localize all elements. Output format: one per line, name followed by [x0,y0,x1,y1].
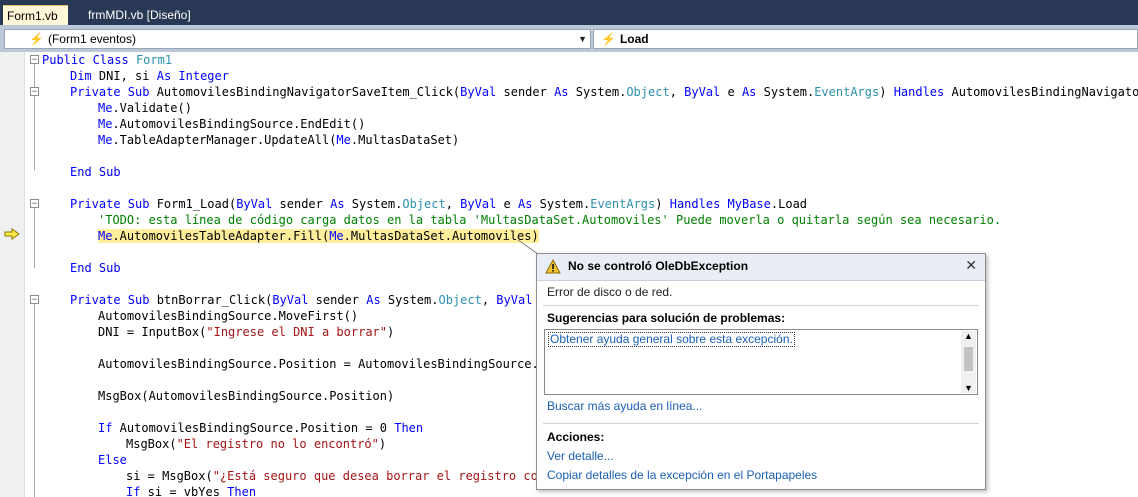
class-name-combo[interactable]: ⚡ (Form1 eventos) ▼ [4,29,591,49]
close-icon[interactable]: ✕ [965,257,977,274]
current-statement-line: Me.AutomovilesTableAdapter.Fill(Me.Multa… [98,229,539,243]
suggestions-list[interactable]: Obtener ayuda general sobre esta excepci… [544,329,978,395]
code-line: End Sub [70,165,121,179]
divider [543,305,979,306]
collapse-toggle[interactable]: − [30,199,39,208]
code-line: Public Class Form1 [42,53,173,67]
code-comment-line: 'TODO: esta línea de código carga datos … [98,213,1002,227]
outline-line [34,208,35,268]
code-line: End Sub [70,261,121,275]
event-bolt-icon: ⚡ [29,32,44,46]
exception-assistant: No se controló OleDbException ✕ Error de… [536,253,986,490]
search-online-link[interactable]: Buscar más ayuda en línea... [547,399,702,413]
divider [543,423,979,424]
suggestions-heading: Sugerencias para solución de problemas: [547,311,786,325]
code-line: Me.TableAdapterManager.UpdateAll(Me.Mult… [98,133,460,147]
scroll-down-icon[interactable]: ▼ [964,383,973,393]
chevron-down-icon[interactable]: ▼ [578,30,587,48]
code-line: MsgBox(AutomovilesBindingSource.Position… [98,389,395,403]
code-line: AutomovilesBindingSource.Position = Auto… [98,357,554,371]
code-line: MsgBox("El registro no lo encontró") [126,437,387,451]
code-line: si = MsgBox("¿Está seguro que desea borr… [126,469,546,483]
exception-message: Error de disco o de red. [547,285,673,299]
code-navigation-bar: ⚡ (Form1 eventos) ▼ ⚡ Load [0,25,1138,52]
code-line: Me.Validate() [98,101,192,115]
scroll-thumb[interactable] [964,347,973,371]
event-bolt-icon: ⚡ [601,32,616,46]
exception-header: No se controló OleDbException ✕ [537,254,985,281]
indicator-margin[interactable] [0,52,25,497]
outline-line [34,304,35,497]
document-tab-bar: Form1.vb frmMDI.vb [Diseño] [0,0,1138,25]
code-line: Private Sub btnBorrar_Click(ByVal sender… [70,293,547,307]
warning-icon [545,259,561,274]
code-line: Me.AutomovilesBindingSource.EndEdit() [98,117,366,131]
code-line: If si = vbYes Then [126,485,257,497]
tab-frmmdi-design[interactable]: frmMDI.vb [Diseño] [84,5,195,25]
code-line: DNI = InputBox("Ingrese el DNI a borrar"… [98,325,395,339]
scrollbar[interactable]: ▲ ▼ [961,331,976,393]
tab-form1-vb[interactable]: Form1.vb [3,5,68,25]
collapse-toggle[interactable]: − [30,55,39,64]
current-statement-arrow-icon [4,228,20,240]
actions-heading: Acciones: [547,430,605,444]
copy-details-link[interactable]: Copiar detalles de la excepción en el Po… [547,468,817,482]
method-name-combo[interactable]: ⚡ Load [593,29,1138,49]
code-line: AutomovilesBindingSource.MoveFirst() [98,309,359,323]
code-line: Else [98,453,127,467]
collapse-toggle[interactable]: − [30,295,39,304]
code-line: Private Sub Form1_Load(ByVal sender As S… [70,197,808,211]
suggestion-link[interactable]: Obtener ayuda general sobre esta excepci… [548,332,795,347]
exception-title: No se controló OleDbException [568,259,749,273]
collapse-toggle[interactable]: − [30,87,39,96]
code-line: Dim DNI, si As Integer [70,69,229,83]
scroll-up-icon[interactable]: ▲ [964,331,973,341]
code-line: If AutomovilesBindingSource.Position = 0… [98,421,424,435]
code-line: Private Sub AutomovilesBindingNavigatorS… [70,85,1138,99]
outline-line [34,64,35,170]
view-details-link[interactable]: Ver detalle... [547,449,614,463]
